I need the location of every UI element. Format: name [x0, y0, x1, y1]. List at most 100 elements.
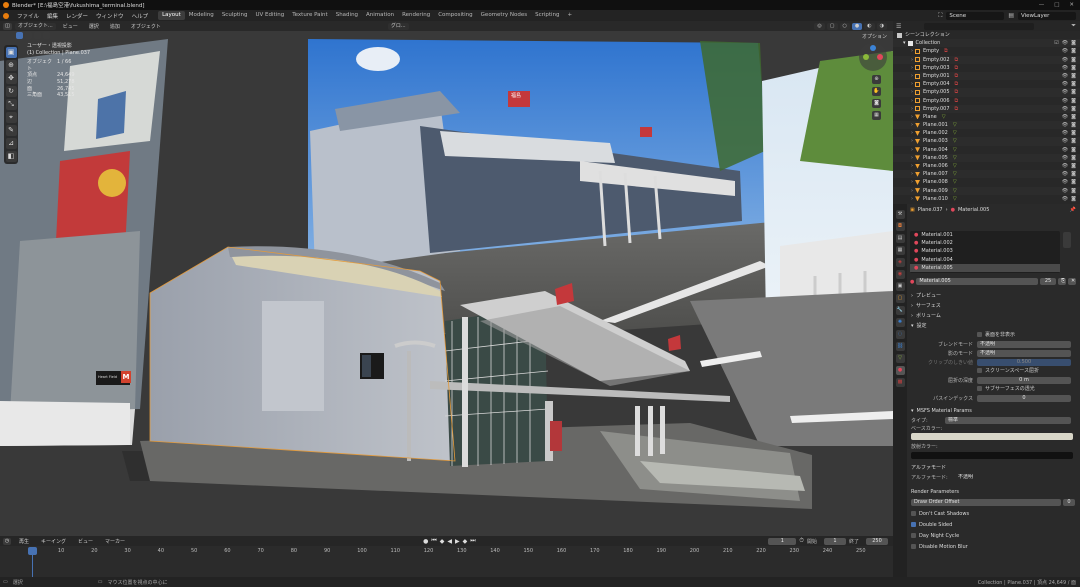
outliner-item[interactable]: › Empty.001 ⧉ 👁 ◙: [893, 71, 1080, 81]
section-settings[interactable]: ▾ 設定: [907, 321, 1080, 331]
measure-icon[interactable]: ⊿: [5, 138, 17, 149]
playhead[interactable]: [28, 547, 37, 555]
zoom-icon[interactable]: ⊕: [872, 75, 881, 84]
modifier-tab-icon[interactable]: 🔧: [895, 306, 905, 315]
eye-icon[interactable]: 👁: [1062, 170, 1068, 178]
tab-texture-paint[interactable]: Texture Paint: [288, 11, 332, 20]
pass-index-field[interactable]: 0: [977, 395, 1071, 402]
camera-icon[interactable]: ◙: [1071, 64, 1076, 72]
eye-icon[interactable]: 👁: [1062, 187, 1068, 195]
camera-icon[interactable]: ◙: [1071, 121, 1076, 129]
expand-icon[interactable]: ›: [911, 72, 913, 80]
timeline-editor-icon[interactable]: ◷: [3, 537, 11, 545]
particles-tab-icon[interactable]: ✺: [895, 318, 905, 327]
select-invert-icon[interactable]: [43, 32, 50, 39]
eye-icon[interactable]: 👁: [1062, 97, 1068, 105]
expand-icon[interactable]: ›: [911, 187, 913, 195]
record-icon[interactable]: ●: [423, 538, 428, 545]
camera-icon[interactable]: ◙: [1071, 56, 1076, 64]
eye-icon[interactable]: 👁: [1062, 154, 1068, 162]
view-layer-selector[interactable]: ViewLayer: [1018, 11, 1076, 20]
fake-user-icon[interactable]: ⎘: [1058, 278, 1066, 285]
render-tab-icon[interactable]: ◘: [895, 222, 905, 231]
add-cube-icon[interactable]: ◧: [5, 151, 17, 162]
jump-end-icon[interactable]: ⏭: [470, 537, 475, 545]
material-browse-icon[interactable]: ●: [910, 279, 914, 285]
camera-icon[interactable]: ◙: [1071, 47, 1076, 55]
draw-order-value[interactable]: 0: [1063, 499, 1075, 506]
start-frame-field[interactable]: 1: [823, 537, 846, 545]
material-shading-icon[interactable]: ◐: [864, 22, 875, 30]
expand-icon[interactable]: ›: [911, 56, 913, 64]
expand-icon[interactable]: ›: [911, 154, 913, 162]
outliner-item[interactable]: › Plane.007 ▽ 👁 ◙: [893, 170, 1080, 179]
material-users-count[interactable]: 25: [1040, 278, 1056, 285]
timeline[interactable]: 1102030405060708090100110120130140150160…: [0, 546, 893, 577]
expand-icon[interactable]: ›: [911, 170, 913, 178]
clip-threshold-slider[interactable]: 0.500: [977, 359, 1071, 366]
next-key-icon[interactable]: ◆: [463, 538, 468, 545]
section-volume[interactable]: › ボリューム: [907, 311, 1080, 321]
outliner-item[interactable]: › Empty ⧉ 👁 ◙: [893, 47, 1080, 55]
collection-tab-icon[interactable]: ▣: [895, 282, 905, 291]
maximize-button[interactable]: □: [1054, 2, 1059, 8]
camera-icon[interactable]: ◙: [1071, 162, 1076, 170]
editor-type-icon[interactable]: ◫: [3, 22, 12, 30]
outliner-item[interactable]: › Empty.003 ⧉ 👁 ◙: [893, 64, 1080, 72]
overlay-icon[interactable]: ◎: [814, 22, 825, 30]
tl-menu-marker[interactable]: マーカー: [101, 538, 129, 545]
section-preview[interactable]: › プレビュー: [907, 291, 1080, 301]
scale-icon[interactable]: ⤡: [5, 99, 17, 110]
eye-icon[interactable]: 👁: [1062, 162, 1068, 170]
checkbox-icon[interactable]: [911, 533, 916, 538]
outliner-item[interactable]: › Plane.010 ▽ 👁 ◙: [893, 195, 1080, 203]
tab-uv-editing[interactable]: UV Editing: [252, 11, 289, 20]
checkbox-icon[interactable]: [911, 544, 916, 549]
msfs-type-select[interactable]: 標準: [945, 417, 1071, 424]
filter-icon[interactable]: ⏷: [1071, 22, 1080, 30]
tab-shading[interactable]: Shading: [332, 11, 362, 20]
tab-modeling[interactable]: Modeling: [185, 11, 218, 20]
play-icon[interactable]: ▶: [455, 538, 460, 545]
draw-order-field[interactable]: Draw Order Offset: [911, 499, 1061, 506]
expand-icon[interactable]: ›: [911, 88, 913, 96]
menu-help[interactable]: ヘルプ: [128, 12, 153, 20]
refraction-depth-field[interactable]: 0 m: [977, 377, 1071, 384]
scene-collection-row[interactable]: シーンコレクション: [893, 31, 1080, 39]
outliner-item[interactable]: › Plane.006 ▽ 👁 ◙: [893, 162, 1080, 170]
camera-icon[interactable]: ◙: [1071, 113, 1076, 121]
eye-icon[interactable]: 👁: [1062, 88, 1068, 96]
data-tab-icon[interactable]: ▽: [895, 354, 905, 363]
outliner-item[interactable]: › Plane.008 ▽ 👁 ◙: [893, 178, 1080, 186]
object-tab-icon[interactable]: ▢: [895, 294, 905, 303]
ssr-check[interactable]: スクリーンスペース屈折: [907, 367, 1080, 376]
annotate-icon[interactable]: ✎: [5, 125, 17, 136]
camera-icon[interactable]: ◙: [1071, 105, 1076, 113]
camera-icon[interactable]: ◙: [1071, 88, 1076, 96]
add-workspace-button[interactable]: +: [564, 11, 577, 20]
alpha-mode-select[interactable]: 不透明: [955, 474, 1071, 481]
expand-icon[interactable]: ›: [911, 137, 913, 145]
outliner-item[interactable]: › Plane.005 ▽ 👁 ◙: [893, 153, 1080, 162]
mode-selector[interactable]: オブジェクト...: [15, 22, 56, 30]
camera-icon[interactable]: ◙: [1071, 178, 1076, 186]
material-slot[interactable]: ● Material.002: [910, 239, 1060, 247]
outliner-item[interactable]: › Plane.003 ▽ 👁 ◙: [893, 137, 1080, 146]
3d-viewport[interactable]: M 福島 Heart Field ◫ オブジェクト... ビュー 選択 追加 オ…: [0, 21, 893, 536]
tool-tab-icon[interactable]: ⚒: [895, 210, 905, 219]
gizmo-x-icon[interactable]: [877, 54, 883, 60]
blend-mode-select[interactable]: 不透明: [977, 341, 1071, 348]
eye-icon[interactable]: 👁: [1062, 72, 1068, 80]
expand-icon[interactable]: ›: [911, 105, 913, 113]
expand-icon[interactable]: ›: [911, 146, 913, 154]
current-frame-field[interactable]: 1: [768, 537, 797, 545]
expand-icon[interactable]: ›: [911, 80, 913, 88]
emissive-color-swatch[interactable]: [911, 452, 1073, 459]
eye-icon[interactable]: 👁: [1062, 47, 1068, 55]
msfs-checkbox-row[interactable]: Don't Cast Shadows: [911, 509, 1080, 520]
collection-row[interactable]: ▾ Collection ☑ 👁 ◙: [893, 39, 1080, 48]
scene-tab-icon[interactable]: ◈: [895, 258, 905, 267]
wireframe-shading-icon[interactable]: ○: [839, 22, 850, 30]
gizmo-y-icon[interactable]: [863, 54, 869, 60]
select-new-icon[interactable]: [16, 32, 23, 39]
